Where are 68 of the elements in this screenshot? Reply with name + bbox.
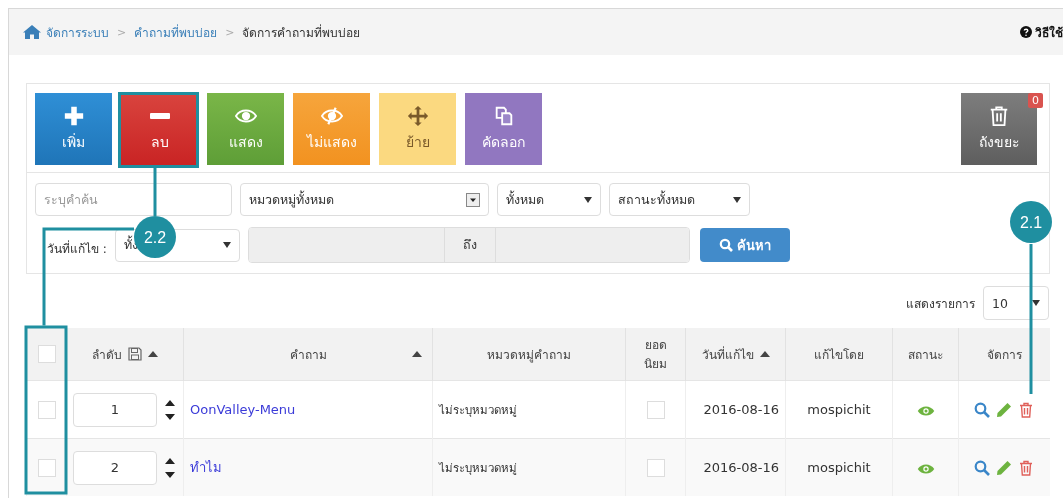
column-header[interactable]: ยอด นิยม: [625, 328, 686, 381]
save-icon[interactable]: [128, 347, 142, 361]
eye-icon[interactable]: [916, 404, 935, 417]
sort-arrow-icon[interactable]: [759, 351, 770, 357]
help-link[interactable]: วิธีใช้: [1020, 22, 1063, 42]
column-header[interactable]: แก้ไขโดย: [785, 328, 893, 381]
callout-badge: 2.1: [1010, 201, 1052, 243]
select-all-checkbox[interactable]: [37, 345, 56, 363]
date-text: 2016-08-16: [703, 402, 779, 417]
breadcrumb-current: จัดการคำถามที่พบบ่อย: [242, 23, 361, 42]
column-header[interactable]: วันที่แก้ไข: [685, 328, 786, 381]
category-dropdown[interactable]: หมวดหมู่ทั้งหมด: [240, 183, 489, 216]
plus-icon: [62, 105, 85, 127]
column-header[interactable]: สถานะ: [892, 328, 959, 381]
question-link[interactable]: OonValley-Menu: [190, 402, 296, 417]
search-field[interactable]: ระบุคำค้น: [35, 183, 232, 216]
search-icon[interactable]: [974, 401, 991, 418]
scope-dropdown[interactable]: ทั้งหมด: [497, 183, 601, 216]
column-header[interactable]: ลำดับ: [66, 328, 184, 381]
toolbar-button[interactable]: ลบ: [121, 93, 198, 165]
editor-text: mospichit: [807, 460, 871, 475]
status-dropdown[interactable]: สถานะทั้งหมด: [609, 183, 750, 216]
eye-slash-icon: [320, 105, 343, 127]
column-header[interactable]: หมวดหมู่คำถาม: [432, 328, 626, 381]
row-checkbox[interactable]: [37, 458, 56, 477]
sort-arrow-icon[interactable]: [148, 351, 158, 357]
toolbar-button[interactable]: คัดลอก: [465, 93, 542, 165]
caret-icon: [1032, 300, 1040, 306]
home-icon: [22, 24, 42, 40]
row-checkbox[interactable]: [37, 400, 56, 419]
popular-checkbox[interactable]: [646, 400, 665, 419]
caret-icon: [733, 196, 741, 203]
category-text: ไม่ระบุหมวดหมู่: [439, 402, 517, 417]
caret-icon: [222, 242, 231, 248]
breadcrumb-link[interactable]: จัดการระบบ: [46, 22, 109, 42]
search-button[interactable]: ค้นหา: [699, 228, 790, 262]
toolbar-button[interactable]: ย้าย: [379, 93, 456, 165]
date-text: 2016-08-16: [703, 460, 779, 475]
popular-checkbox[interactable]: [646, 458, 665, 477]
dropdown-icon: [466, 192, 480, 207]
order-field[interactable]: 1: [73, 392, 157, 427]
breadcrumb-separator: >: [117, 25, 127, 39]
minus-icon: [149, 113, 170, 119]
editor-text: mospichit: [807, 402, 871, 417]
order-field[interactable]: 2: [73, 450, 157, 485]
pencil-icon[interactable]: [996, 401, 1013, 418]
search-icon[interactable]: [974, 459, 991, 476]
eye-icon[interactable]: [916, 462, 935, 475]
search-icon: [718, 238, 733, 252]
move-arrows-icon: [406, 105, 429, 127]
breadcrumb-link[interactable]: คำถามที่พบบ่อย: [134, 22, 218, 42]
page-size-label: แสดงรายการ: [906, 295, 975, 313]
pencil-icon[interactable]: [996, 459, 1013, 476]
caret-icon: [584, 196, 592, 203]
count-badge: 0: [1028, 93, 1043, 108]
category-text: ไม่ระบุหมวดหมู่: [439, 460, 517, 475]
question-link[interactable]: ทำไม: [190, 460, 222, 475]
help-icon: [1020, 26, 1032, 38]
date-label: วันที่แก้ไข :: [47, 239, 107, 258]
column-header[interactable]: จัดการ: [958, 328, 1050, 381]
toolbar-button[interactable]: เพิ่ม: [35, 93, 112, 165]
trash-icon[interactable]: [1018, 401, 1035, 418]
breadcrumb-separator: >: [225, 25, 235, 39]
sort-arrow-icon[interactable]: [412, 351, 422, 357]
trash-icon[interactable]: [1018, 459, 1035, 476]
column-header[interactable]: คำถาม: [183, 328, 433, 381]
trash-icon: [988, 105, 1010, 127]
page-size-dropdown[interactable]: 10: [983, 286, 1049, 320]
